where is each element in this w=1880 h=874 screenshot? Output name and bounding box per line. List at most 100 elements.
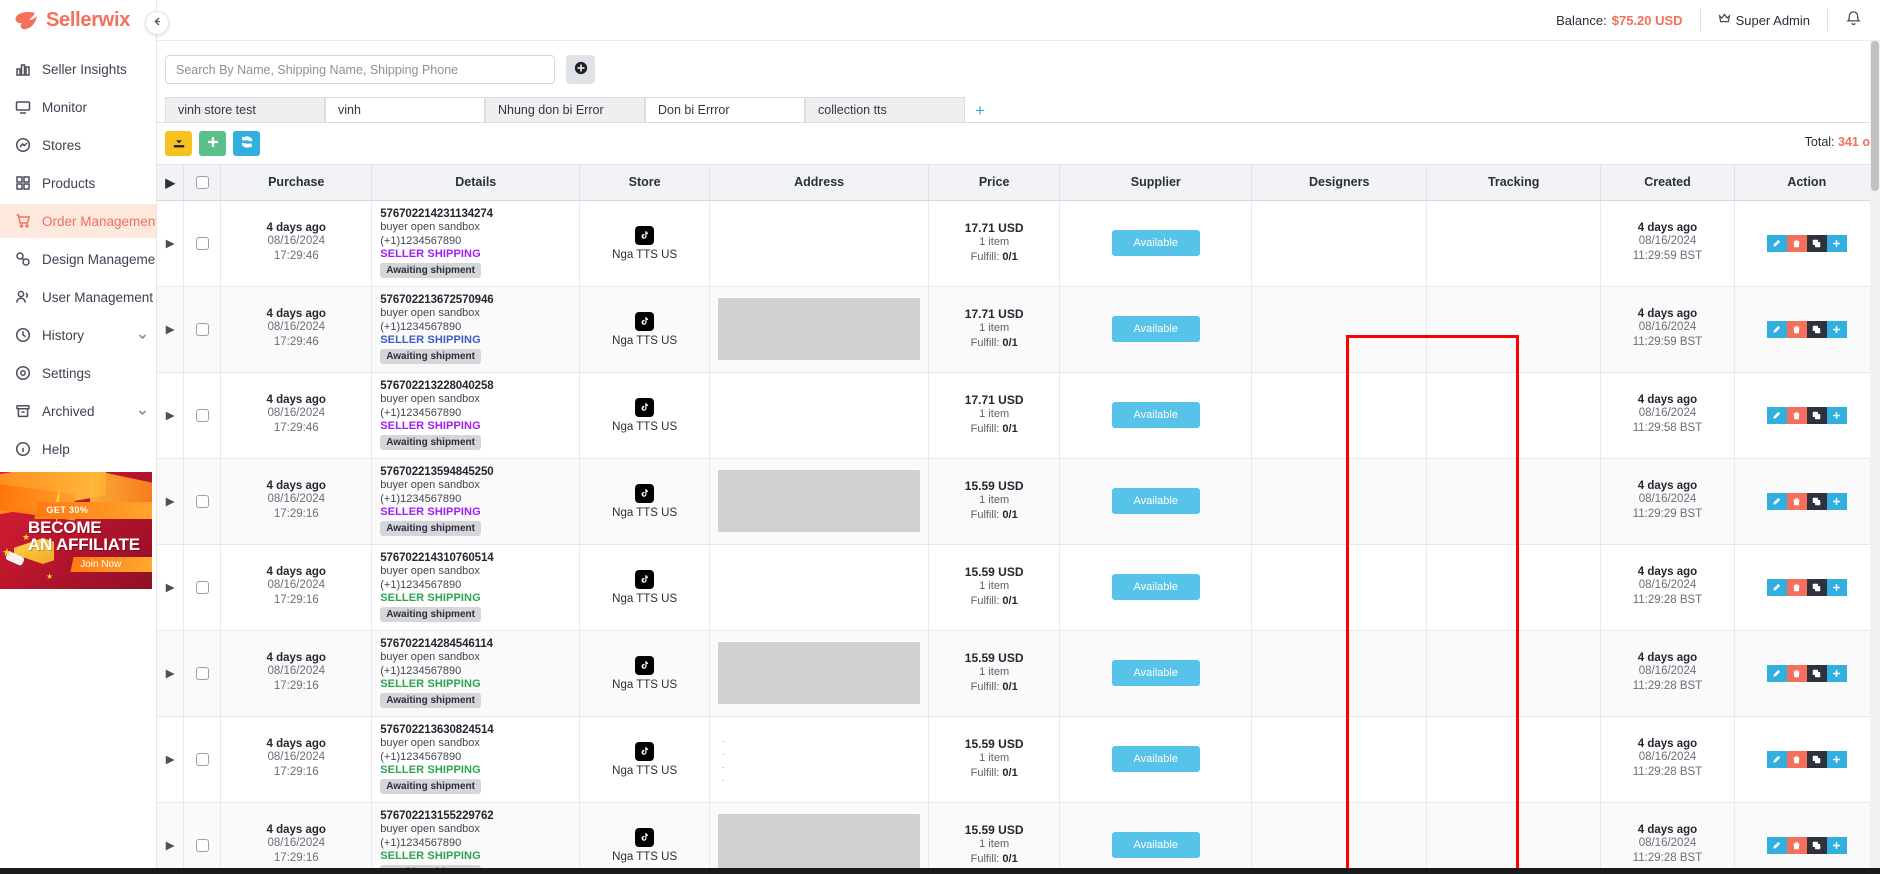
row-expand-cell[interactable]: ▶ (157, 630, 185, 717)
row-select-cell[interactable] (183, 372, 222, 459)
tab-collection-tts[interactable]: collection tts (805, 97, 965, 122)
col-header-details[interactable]: Details (371, 165, 581, 201)
pencil-action-button[interactable] (1766, 406, 1787, 424)
page-scrollbar[interactable] (1870, 41, 1880, 874)
pencil-action-button[interactable] (1766, 664, 1787, 682)
col-header-tracking[interactable]: Tracking (1426, 165, 1602, 201)
col-header-price[interactable]: Price (928, 165, 1061, 201)
designers-cell[interactable] (1251, 200, 1427, 287)
row-expand-cell[interactable]: ▶ (157, 802, 185, 874)
order-id[interactable]: 576702213672570946 (380, 294, 571, 306)
row-checkbox[interactable] (195, 580, 209, 594)
plus-action-button[interactable] (1826, 578, 1847, 596)
copy-action-button[interactable] (1806, 406, 1827, 424)
designers-cell[interactable] (1251, 286, 1427, 373)
table-row[interactable]: ▶ 4 days ago 08/16/2024 17:29:16 5767022… (157, 458, 1880, 545)
tracking-cell[interactable] (1426, 716, 1602, 803)
col-header-purchase[interactable]: Purchase (220, 165, 373, 201)
add-tab-button[interactable]: + (965, 100, 995, 122)
trash-action-button[interactable] (1786, 406, 1807, 424)
plus-action-button[interactable] (1826, 234, 1847, 252)
copy-action-button[interactable] (1806, 492, 1827, 510)
supplier-available-button[interactable]: Available (1111, 746, 1200, 772)
row-checkbox[interactable] (195, 494, 209, 508)
select-all-checkbox[interactable] (195, 176, 209, 190)
plus-action-button[interactable] (1826, 836, 1847, 854)
supplier-available-button[interactable]: Available (1111, 660, 1200, 686)
tracking-cell[interactable] (1426, 802, 1602, 874)
brand-logo-area[interactable]: Sellerwix (0, 0, 156, 41)
pencil-action-button[interactable] (1766, 320, 1787, 338)
copy-action-button[interactable] (1806, 320, 1827, 338)
trash-action-button[interactable] (1786, 492, 1807, 510)
row-select-cell[interactable] (183, 716, 222, 803)
designers-cell[interactable] (1251, 544, 1427, 631)
row-expand-cell[interactable]: ▶ (157, 286, 185, 373)
row-checkbox[interactable] (195, 838, 209, 852)
order-id[interactable]: 576702214231134274 (380, 208, 571, 220)
pencil-action-button[interactable] (1766, 492, 1787, 510)
notifications-button[interactable] (1828, 9, 1866, 31)
row-checkbox[interactable] (195, 322, 209, 336)
col-header-address[interactable]: Address (709, 165, 930, 201)
supplier-available-button[interactable]: Available (1111, 402, 1200, 428)
row-select-cell[interactable] (183, 544, 222, 631)
order-id[interactable]: 576702213228040258 (380, 380, 571, 392)
user-role-button[interactable]: Super Admin (1701, 9, 1828, 31)
copy-action-button[interactable] (1806, 578, 1827, 596)
plus-action-button[interactable] (1826, 406, 1847, 424)
order-id[interactable]: 576702213594845250 (380, 466, 571, 478)
tab-don-bi-errror[interactable]: Don bi Errror (645, 97, 805, 122)
add-search-filter-button[interactable] (566, 55, 595, 84)
order-id[interactable]: 576702213630824514 (380, 724, 571, 736)
tracking-cell[interactable] (1426, 200, 1602, 287)
copy-action-button[interactable] (1806, 750, 1827, 768)
tracking-cell[interactable] (1426, 286, 1602, 373)
search-input[interactable] (165, 55, 555, 84)
add-order-button[interactable] (199, 131, 226, 156)
trash-action-button[interactable] (1786, 578, 1807, 596)
col-header-designers[interactable]: Designers (1251, 165, 1427, 201)
row-expand-cell[interactable]: ▶ (157, 200, 185, 287)
tab-vinh-store-test[interactable]: vinh store test (165, 97, 325, 122)
table-row[interactable]: ▶ 4 days ago 08/16/2024 17:29:46 5767022… (157, 200, 1880, 287)
sidebar-item-help[interactable]: Help (0, 432, 156, 466)
supplier-available-button[interactable]: Available (1111, 230, 1200, 256)
copy-action-button[interactable] (1806, 234, 1827, 252)
scrollbar-thumb[interactable] (1871, 41, 1879, 191)
supplier-available-button[interactable]: Available (1111, 488, 1200, 514)
order-id[interactable]: 576702213155229762 (380, 810, 571, 822)
sidebar-item-monitor[interactable]: Monitor (0, 90, 156, 124)
tracking-cell[interactable] (1426, 630, 1602, 717)
sidebar-item-user-management[interactable]: User Management (0, 280, 156, 314)
col-header-store[interactable]: Store (579, 165, 710, 201)
table-row[interactable]: ▶ 4 days ago 08/16/2024 17:29:16 5767022… (157, 802, 1880, 874)
pencil-action-button[interactable] (1766, 234, 1787, 252)
designers-cell[interactable] (1251, 630, 1427, 717)
sidebar-item-stores[interactable]: Stores (0, 128, 156, 162)
plus-action-button[interactable] (1826, 664, 1847, 682)
copy-action-button[interactable] (1806, 664, 1827, 682)
sidebar-item-history[interactable]: History (0, 318, 156, 352)
col-header-created[interactable]: Created (1600, 165, 1735, 201)
designers-cell[interactable] (1251, 802, 1427, 874)
pencil-action-button[interactable] (1766, 836, 1787, 854)
tracking-cell[interactable] (1426, 544, 1602, 631)
tracking-cell[interactable] (1426, 458, 1602, 545)
table-row[interactable]: ▶ 4 days ago 08/16/2024 17:29:46 5767022… (157, 372, 1880, 459)
row-select-cell[interactable] (183, 286, 222, 373)
pencil-action-button[interactable] (1766, 750, 1787, 768)
affiliate-banner[interactable]: ★ ★ ★ GET 30% BECOME AN AFFILIATE Join N… (0, 472, 152, 589)
row-expand-cell[interactable]: ▶ (157, 544, 185, 631)
tracking-cell[interactable] (1426, 372, 1602, 459)
designers-cell[interactable] (1251, 716, 1427, 803)
row-select-cell[interactable] (183, 200, 222, 287)
trash-action-button[interactable] (1786, 836, 1807, 854)
copy-action-button[interactable] (1806, 836, 1827, 854)
row-checkbox[interactable] (195, 408, 209, 422)
export-button[interactable] (165, 131, 192, 156)
row-checkbox[interactable] (195, 236, 209, 250)
trash-action-button[interactable] (1786, 750, 1807, 768)
table-row[interactable]: ▶ 4 days ago 08/16/2024 17:29:16 5767022… (157, 544, 1880, 631)
sidebar-collapse-button[interactable] (145, 11, 169, 35)
